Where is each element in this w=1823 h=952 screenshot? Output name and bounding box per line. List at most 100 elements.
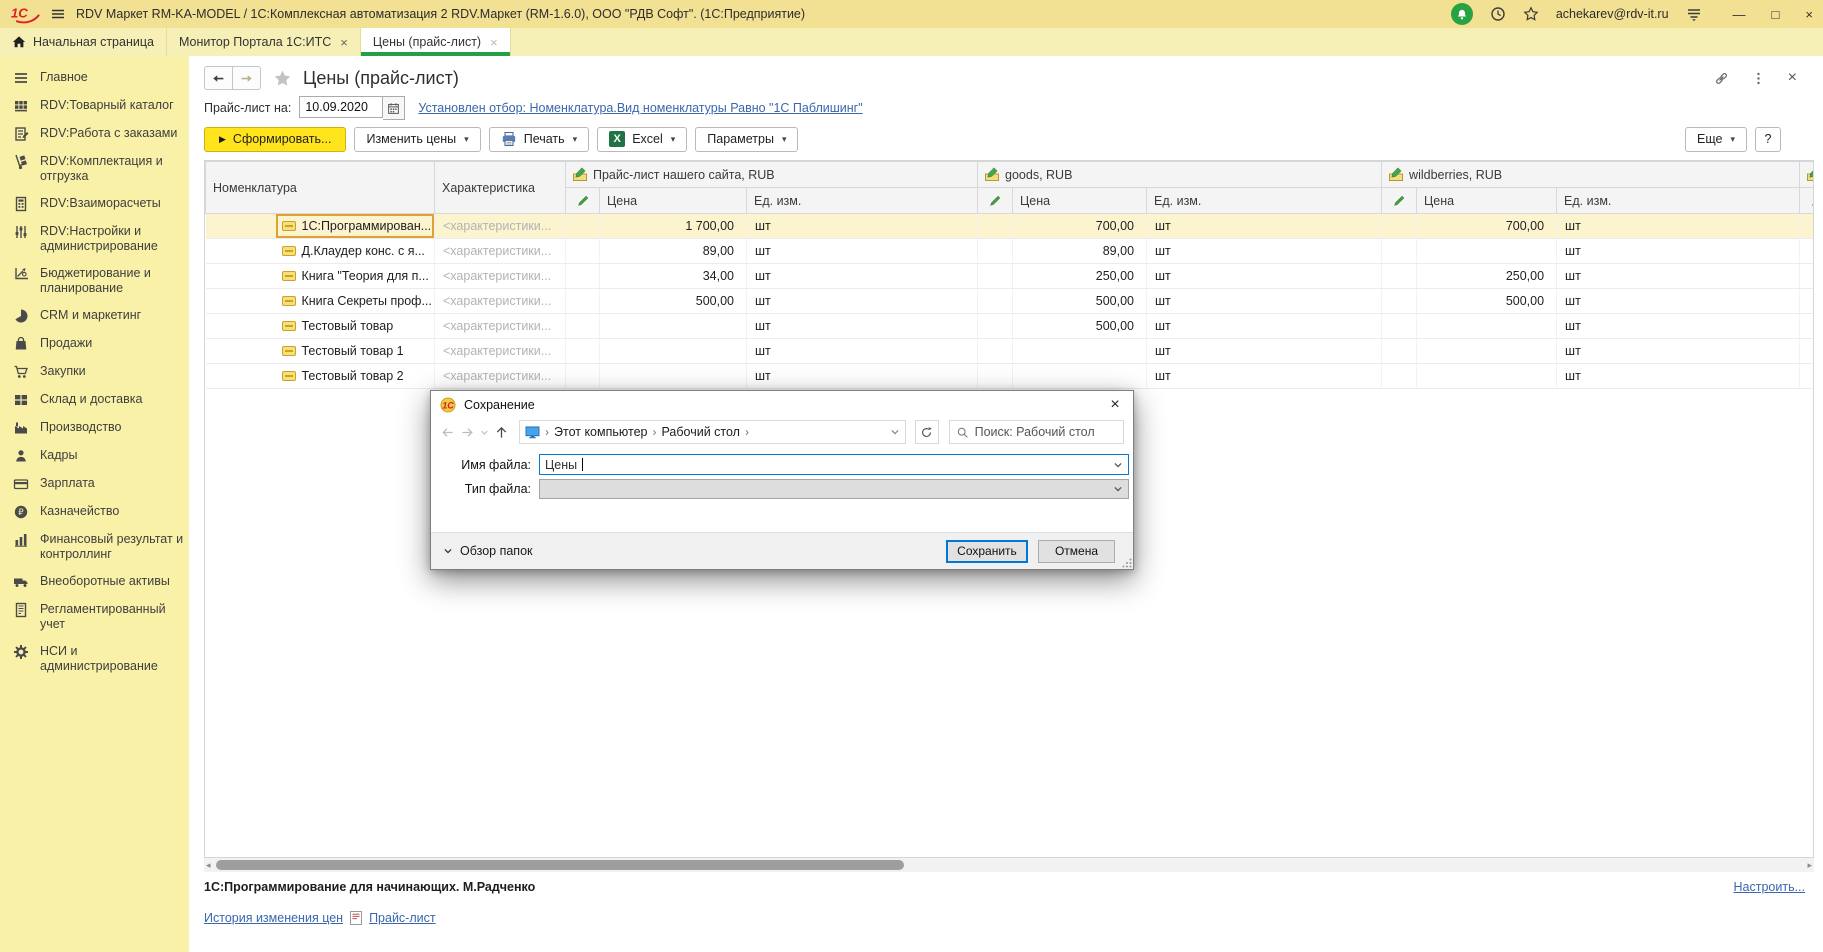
nav-forward-icon[interactable] <box>460 425 475 440</box>
sidebar-item[interactable]: НСИ и администрирование <box>0 638 189 680</box>
sidebar-item[interactable]: CRM и маркетинг <box>0 302 189 330</box>
refresh-button[interactable] <box>915 420 939 444</box>
sidebar-item[interactable]: Регламентированный учет <box>0 596 189 638</box>
sidebar-item[interactable]: Главное <box>0 64 189 92</box>
favorite-star-icon[interactable] <box>273 69 292 88</box>
col-header-price[interactable]: Цена <box>600 188 747 214</box>
link-icon[interactable] <box>1714 71 1729 86</box>
chevron-down-icon[interactable] <box>1113 460 1123 470</box>
col-header-unit[interactable]: Ед. изм. <box>1147 188 1382 214</box>
window-close-button[interactable]: × <box>1805 7 1813 22</box>
table-row[interactable]: Книга Секреты проф...<характеристики...5… <box>206 289 1815 314</box>
price-group-header[interactable]: wildberries, RUB <box>1382 162 1800 188</box>
tab-close-icon[interactable]: × <box>340 35 348 50</box>
address-dropdown-chevron-icon[interactable] <box>890 427 900 437</box>
edit-prices-column-header[interactable] <box>1800 188 1814 214</box>
sidebar-item[interactable]: Внеоборотные активы <box>0 568 189 596</box>
price-history-link[interactable]: История изменения цен <box>204 911 343 925</box>
price-group-header[interactable]: Прайс-лист нашего сайта, RUB <box>566 162 978 188</box>
filter-link[interactable]: Установлен отбор: Номенклатура.Вид номен… <box>418 101 862 115</box>
user-name[interactable]: achekarev@rdv-it.ru <box>1556 7 1669 21</box>
back-button[interactable] <box>204 66 233 90</box>
sidebar-item[interactable]: RDV:Товарный каталог <box>0 92 189 120</box>
col-header-unit[interactable]: Ед. изм. <box>1557 188 1800 214</box>
tab-item-0[interactable]: Начальная страница <box>0 28 167 56</box>
notifications-button[interactable] <box>1451 3 1473 25</box>
nav-recent-chevron-icon[interactable] <box>480 428 489 437</box>
sidebar-item[interactable]: ₽Казначейство <box>0 498 189 526</box>
scrollbar-thumb[interactable] <box>216 860 904 870</box>
configure-link[interactable]: Настроить... <box>1734 880 1806 894</box>
more-button[interactable]: Еще▾ <box>1685 127 1747 152</box>
sidebar-item[interactable]: Финансовый результат и контроллинг <box>0 526 189 568</box>
table-row[interactable]: 1С:Программирован...<характеристики...1 … <box>206 214 1815 239</box>
filename-input[interactable]: Цены <box>539 454 1129 475</box>
nav-back-icon[interactable] <box>440 425 455 440</box>
forward-button[interactable] <box>233 66 261 90</box>
edit-prices-column-header[interactable] <box>566 188 600 214</box>
browse-folders-toggle[interactable]: Обзор папок <box>443 544 533 558</box>
main-menu-icon[interactable] <box>50 6 66 22</box>
nav-up-icon[interactable] <box>494 425 509 440</box>
generate-button[interactable]: ▶Сформировать... <box>204 127 346 152</box>
resize-grip[interactable] <box>1122 558 1132 568</box>
help-button[interactable]: ? <box>1755 127 1781 152</box>
excel-button[interactable]: XExcel▾ <box>597 127 687 152</box>
save-button[interactable]: Сохранить <box>946 540 1028 563</box>
col-header-characteristic[interactable]: Характеристика <box>435 162 566 214</box>
form-close-icon[interactable]: × <box>1788 69 1797 87</box>
window-maximize-button[interactable]: □ <box>1772 7 1780 22</box>
sidebar-item[interactable]: RDV:Комплектация и отгрузка <box>0 148 189 190</box>
sidebar-item-label: Казначейство <box>40 504 119 519</box>
sidebar-item[interactable]: RDV:Работа с заказами <box>0 120 189 148</box>
dialog-form: Имя файла: Цены Тип файла: <box>431 454 1133 499</box>
sidebar-item[interactable]: Закупки <box>0 358 189 386</box>
sidebar-item[interactable]: Производство <box>0 414 189 442</box>
col-header-nomenclature[interactable]: Номенклатура <box>206 162 435 214</box>
edit-prices-column-header[interactable] <box>978 188 1013 214</box>
col-header-unit[interactable]: Ед. изм. <box>747 188 978 214</box>
sidebar-item[interactable]: RDV:Настройки и администрирование <box>0 218 189 260</box>
kebab-menu-icon[interactable] <box>1751 71 1766 86</box>
save-dialog-titlebar[interactable]: 1С Сохранение × <box>431 391 1133 418</box>
sidebar-item[interactable]: Бюджетирование и планирование <box>0 260 189 302</box>
pricelist-link[interactable]: Прайс-лист <box>369 911 436 925</box>
address-bar[interactable]: › Этот компьютер › Рабочий стол › <box>519 420 906 444</box>
cancel-button[interactable]: Отмена <box>1038 540 1115 563</box>
tab-item-2[interactable]: Цены (прайс-лист)× <box>361 28 511 56</box>
sidebar-item[interactable]: Зарплата <box>0 470 189 498</box>
print-button[interactable]: Печать▾ <box>489 127 589 152</box>
window-minimize-button[interactable]: — <box>1733 7 1746 22</box>
edit-prices-column-header[interactable] <box>1382 188 1417 214</box>
params-button[interactable]: Параметры▾ <box>695 127 798 152</box>
col-header-price[interactable]: Цена <box>1013 188 1147 214</box>
table-row[interactable]: Тестовый товар<характеристики...шт500,00… <box>206 314 1815 339</box>
breadcrumb-desktop[interactable]: Рабочий стол <box>661 425 739 439</box>
table-row[interactable]: Тестовый товар 2<характеристики...штштшт <box>206 364 1815 389</box>
table-row[interactable]: Тестовый товар 1<характеристики...штштшт <box>206 339 1815 364</box>
search-input[interactable]: Поиск: Рабочий стол <box>949 420 1124 444</box>
scroll-right-icon[interactable]: ▸ <box>1807 861 1812 870</box>
tab-close-icon[interactable]: × <box>490 35 498 50</box>
horizontal-scrollbar[interactable]: ◂ ▸ <box>204 858 1814 872</box>
sidebar-item[interactable]: Кадры <box>0 442 189 470</box>
sidebar-item[interactable]: RDV:Взаиморасчеты <box>0 190 189 218</box>
sidebar-item[interactable]: Склад и доставка <box>0 386 189 414</box>
history-icon[interactable] <box>1490 6 1506 22</box>
col-header-price[interactable]: Цена <box>1417 188 1557 214</box>
price-group-header[interactable]: goods, RUB <box>978 162 1382 188</box>
scroll-left-icon[interactable]: ◂ <box>206 861 211 870</box>
table-row[interactable]: Д.Клаудер конс. с я...<характеристики...… <box>206 239 1815 264</box>
price-group-header[interactable] <box>1800 162 1814 188</box>
table-row[interactable]: Книга "Теория для п...<характеристики...… <box>206 264 1815 289</box>
calendar-button[interactable] <box>383 96 405 120</box>
breadcrumb-this-pc[interactable]: Этот компьютер <box>554 425 647 439</box>
tab-item-1[interactable]: Монитор Портала 1С:ИТС× <box>167 28 361 56</box>
sidebar-item[interactable]: Продажи <box>0 330 189 358</box>
service-menu-icon[interactable] <box>1686 6 1702 22</box>
pricelist-date-input[interactable] <box>299 96 383 118</box>
favorites-star-icon[interactable] <box>1523 6 1539 22</box>
change-prices-button[interactable]: Изменить цены▾ <box>354 127 480 152</box>
filetype-select[interactable] <box>539 479 1129 499</box>
dialog-close-icon[interactable]: × <box>1100 393 1130 417</box>
